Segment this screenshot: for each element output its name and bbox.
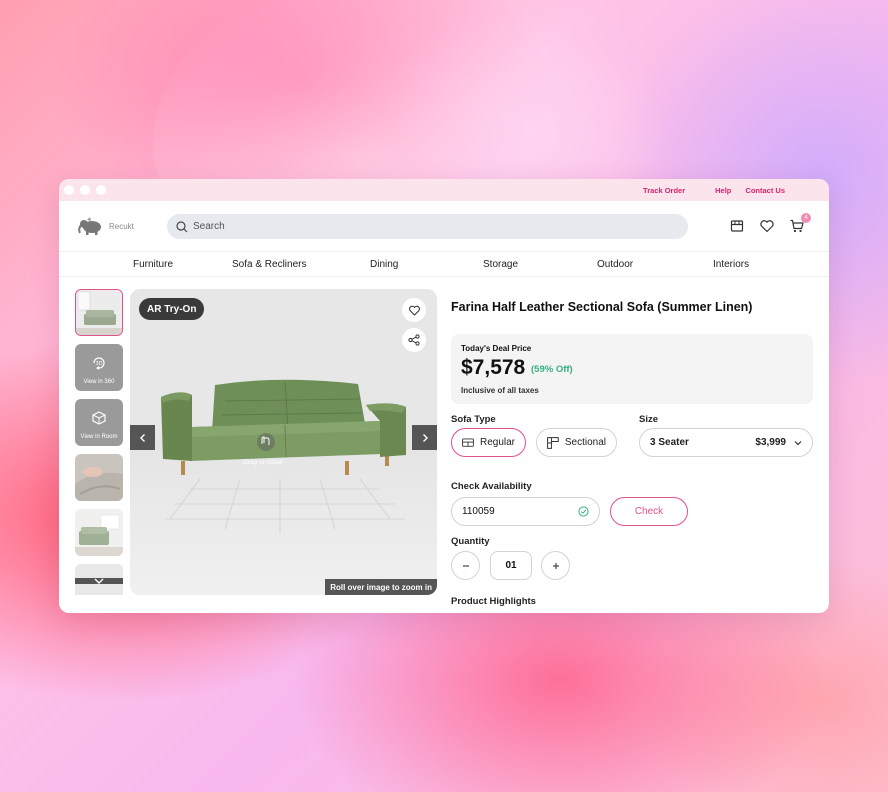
- close-dot[interactable]: [64, 185, 74, 195]
- nav-item-furniture[interactable]: Furniture: [133, 259, 173, 270]
- nav-item-dining[interactable]: Dining: [370, 259, 398, 270]
- header-icons: 4: [729, 213, 811, 234]
- elephant-logo-icon: [78, 217, 101, 235]
- contact-us-link[interactable]: Contact Us: [745, 186, 785, 195]
- decrease-quantity-button[interactable]: [451, 551, 480, 580]
- cart-count-badge: 4: [801, 213, 811, 223]
- view-360-label: View in 360: [83, 379, 115, 385]
- product-title: Farina Half Leather Sectional Sofa (Summ…: [451, 300, 753, 314]
- cart-button[interactable]: 4: [789, 213, 811, 234]
- thumbnail-room-scene[interactable]: [75, 509, 123, 556]
- deal-price: $7,578: [461, 356, 526, 379]
- product-highlights-heading: Product Highlights: [451, 596, 536, 607]
- nav-item-outdoor[interactable]: Outdoor: [597, 259, 633, 270]
- title-bar: Track Order Help Contact Us: [59, 179, 829, 201]
- search-bar[interactable]: Search: [167, 214, 688, 239]
- thumbnail-living-room[interactable]: [75, 289, 123, 336]
- site-header: Recukt Search 4: [59, 201, 829, 251]
- pincode-input[interactable]: 110059: [451, 497, 600, 526]
- deal-label: Today's Deal Price: [461, 344, 532, 353]
- top-links: Track Order Help Contact Us: [643, 179, 785, 201]
- more-thumbnail-image: [75, 564, 123, 595]
- size-price: $3,999: [755, 437, 786, 448]
- thumbnail-view-360[interactable]: 3D View in 360: [75, 344, 123, 391]
- fabric-detail-thumbnail-image: [75, 454, 123, 501]
- svg-text:3D: 3D: [96, 361, 103, 367]
- deal-price-card: Today's Deal Price $7,578 (59% Off) Incl…: [451, 334, 813, 404]
- quantity-label: Quantity: [451, 536, 490, 547]
- browser-window: Track Order Help Contact Us Recukt Searc…: [59, 179, 829, 613]
- regular-sofa-icon: [462, 437, 474, 447]
- minimize-dot[interactable]: [80, 185, 90, 195]
- share-button[interactable]: [402, 328, 426, 352]
- ar-try-on-button[interactable]: AR Try-On: [139, 298, 205, 320]
- brand-name: Recukt: [109, 221, 134, 231]
- thumbnail-strip: 3D View in 360 View in Room: [75, 289, 123, 595]
- chevron-right-icon: [422, 433, 428, 442]
- plus-icon: [552, 562, 559, 569]
- brand-logo[interactable]: Recukt: [77, 216, 134, 236]
- sofa-type-sectional-label: Sectional: [564, 437, 606, 448]
- sofa-type-regular-label: Regular: [479, 437, 515, 448]
- search-icon: [176, 220, 188, 232]
- pincode-value: 110059: [462, 506, 495, 517]
- discount-text: (59% Off): [531, 364, 573, 375]
- increase-quantity-button[interactable]: [541, 551, 570, 580]
- search-placeholder: Search: [193, 221, 225, 232]
- next-image-button[interactable]: [412, 425, 437, 450]
- size-dropdown[interactable]: 3 Seater $3,999: [639, 428, 813, 457]
- heart-icon: [408, 305, 420, 315]
- zoom-hint: Roll over image to zoom in: [325, 579, 437, 595]
- thumbnail-view-in-room[interactable]: View in Room: [75, 399, 123, 446]
- view-in-room-label: View in Room: [80, 434, 118, 440]
- favorite-button[interactable]: [402, 298, 426, 322]
- chevron-down-icon: [794, 440, 802, 445]
- product-image-viewer[interactable]: AR Try-On Drag to rotate Roll over image…: [130, 289, 437, 595]
- wishlist-heart-icon[interactable]: [759, 218, 775, 234]
- window-controls: [59, 185, 106, 195]
- availability-label: Check Availability: [451, 481, 532, 492]
- check-availability-button[interactable]: Check: [610, 497, 688, 526]
- nav-item-interiors[interactable]: Interiors: [713, 259, 749, 270]
- quantity-field[interactable]: 01: [490, 551, 532, 580]
- thumbnail-fabric-detail[interactable]: [75, 454, 123, 501]
- help-link[interactable]: Help: [715, 186, 731, 195]
- previous-image-button[interactable]: [130, 425, 155, 450]
- track-order-link[interactable]: Track Order: [643, 186, 685, 195]
- tax-note: Inclusive of all taxes: [461, 386, 539, 395]
- sectional-sofa-icon: [547, 436, 559, 449]
- maximize-dot[interactable]: [96, 185, 106, 195]
- share-icon: [408, 334, 420, 346]
- sofa-type-label: Sofa Type: [451, 414, 496, 425]
- nav-item-sofa-recliners[interactable]: Sofa & Recliners: [232, 259, 306, 270]
- drag-rotate-icon: [257, 433, 275, 451]
- sofa-type-regular[interactable]: Regular: [451, 428, 526, 457]
- sofa-type-sectional[interactable]: Sectional: [536, 428, 617, 457]
- ar-cube-icon: [92, 411, 106, 425]
- sofa-3d-model[interactable]: [130, 289, 437, 595]
- category-nav: Furniture Sofa & Recliners Dining Storag…: [59, 251, 829, 277]
- drag-to-rotate-hint: Drag to rotate: [243, 459, 283, 466]
- living-room-thumbnail-image: [76, 290, 122, 335]
- size-value: 3 Seater: [650, 437, 689, 448]
- thumbnail-more[interactable]: [75, 564, 123, 595]
- check-circle-icon: [578, 506, 589, 517]
- store-icon[interactable]: [729, 218, 745, 234]
- nav-item-storage[interactable]: Storage: [483, 259, 518, 270]
- size-label: Size: [639, 414, 659, 425]
- room-scene-thumbnail-image: [75, 509, 123, 556]
- minus-icon: [462, 564, 469, 567]
- chevron-left-icon: [139, 433, 145, 442]
- rotate-360-icon: 3D: [93, 357, 105, 370]
